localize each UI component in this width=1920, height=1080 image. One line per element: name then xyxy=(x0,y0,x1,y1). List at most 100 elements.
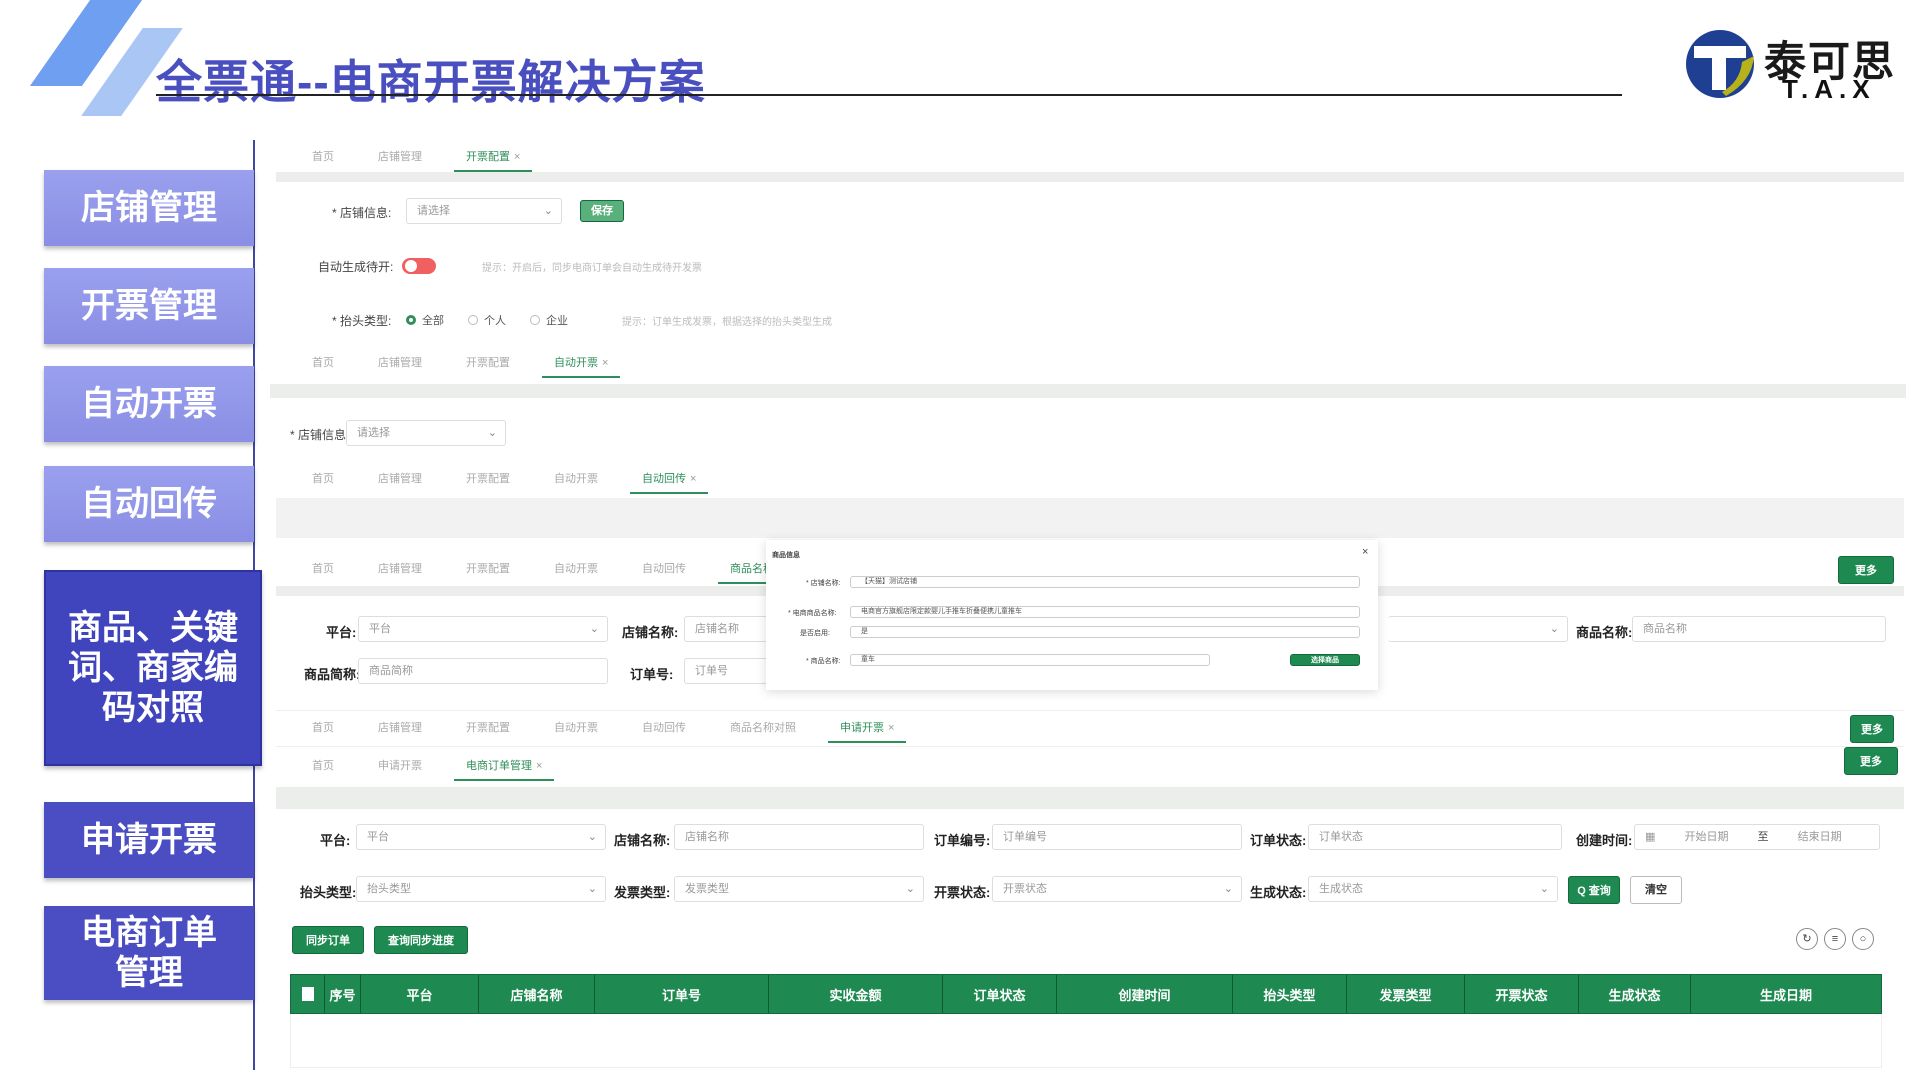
order-no-input[interactable]: 订单编号 xyxy=(992,824,1242,850)
platform-select[interactable]: 平台 ⌄ xyxy=(358,616,608,642)
store-name-label: 店铺名称: xyxy=(622,625,679,640)
store-name-input[interactable]: 店铺名称 xyxy=(674,824,924,850)
tab-shop[interactable]: 店铺管理 xyxy=(356,464,444,494)
dialog-goods-input[interactable]: 童车 xyxy=(850,654,1210,666)
radio-personal[interactable]: 个人 xyxy=(468,312,506,328)
tab-shop[interactable]: 店铺管理 xyxy=(356,348,444,378)
menu-item-auto-invoice[interactable]: 自动开票 xyxy=(44,366,254,442)
screenshot-stack: 首页 店铺管理 开票配置 × * 店铺信息: 请选择 ⌄ 保存 自动生成待开: 提示… xyxy=(270,138,1906,1068)
order-status-label: 订单状态: xyxy=(1250,833,1307,848)
page-title: 全票通--电商开票解决方案 xyxy=(156,56,706,108)
gen-status-select[interactable]: 生成状态 ⌄ xyxy=(1308,876,1558,902)
calendar-icon: ▦ xyxy=(1645,831,1656,843)
platform-label: 平台: xyxy=(326,625,357,640)
date-range-input[interactable]: ▦ 开始日期 至 结束日期 xyxy=(1634,824,1880,850)
chevron-down-icon: ⌄ xyxy=(905,883,915,895)
goods-name-input[interactable]: 商品名称 xyxy=(1632,616,1886,642)
search-button[interactable]: Q 查询 xyxy=(1568,876,1620,904)
tab-shop[interactable]: 店铺管理 xyxy=(356,713,444,743)
tab-mapping[interactable]: 商品名称对照 xyxy=(708,713,818,743)
more-button[interactable]: 更多 xyxy=(1844,747,1898,775)
menu-item-orders[interactable]: 电商订单管理 xyxy=(44,906,254,1000)
dialog-ecom-name-input[interactable]: 电商官方旗舰店限定款婴儿手推车折叠便携儿童推车 xyxy=(850,606,1360,618)
columns-icon[interactable]: ≡ xyxy=(1824,928,1846,950)
dialog-store-select[interactable]: 【天猫】测试店铺 xyxy=(850,576,1360,588)
tab-bar: 首页 店铺管理 开票配置 自动开票 × xyxy=(290,348,630,378)
tab-auto-return[interactable]: 自动回传 × xyxy=(620,464,718,494)
tab-home[interactable]: 首页 xyxy=(290,713,356,743)
sync-progress-button[interactable]: 查询同步进度 xyxy=(374,926,468,954)
menu-item-auto-return[interactable]: 自动回传 xyxy=(44,466,254,542)
tab-home[interactable]: 首页 xyxy=(290,751,356,781)
col-title-type: 抬头类型 xyxy=(1233,975,1347,1013)
panel-shop-config: 首页 店铺管理 开票配置 × * 店铺信息: 请选择 ⌄ 保存 自动生成待开: 提示… xyxy=(276,138,1904,384)
tab-apply[interactable]: 申请开票 xyxy=(356,751,444,781)
refresh-icon[interactable]: ↻ xyxy=(1796,928,1818,950)
platform-select[interactable]: 平台 ⌄ xyxy=(356,824,606,850)
more-button[interactable]: 更多 xyxy=(1850,715,1894,743)
order-status-select[interactable]: 订单状态 xyxy=(1308,824,1562,850)
tab-auto-invoice[interactable]: 自动开票 xyxy=(532,554,620,584)
chevron-down-icon: ⌄ xyxy=(1223,883,1233,895)
tab-home[interactable]: 首页 xyxy=(290,142,356,172)
tab-auto-invoice[interactable]: 自动开票 xyxy=(532,713,620,743)
goods-short-input[interactable]: 商品简称 xyxy=(358,658,608,684)
close-icon[interactable]: × xyxy=(1362,546,1368,558)
tab-auto-return[interactable]: 自动回传 xyxy=(620,713,708,743)
tab-config[interactable]: 开票配置 xyxy=(444,348,532,378)
store-select[interactable]: 请选择 ⌄ xyxy=(406,198,562,224)
save-button[interactable]: 保存 xyxy=(580,200,624,222)
select-goods-button[interactable]: 选择商品 xyxy=(1290,654,1360,666)
tab-config[interactable]: 开票配置 xyxy=(444,713,532,743)
col-invoice-type: 发票类型 xyxy=(1347,975,1465,1013)
store-select[interactable]: 请选择 ⌄ xyxy=(346,420,506,446)
auto-generate-toggle[interactable] xyxy=(402,258,436,274)
more-button[interactable]: 更多 xyxy=(1838,556,1894,584)
col-index: 序号 xyxy=(325,975,361,1013)
order-input[interactable]: 订单号 xyxy=(684,658,774,684)
hidden-select[interactable]: ⌄ xyxy=(1388,616,1568,642)
tab-bar: 首页 店铺管理 开票配置 × xyxy=(290,142,542,172)
store-name-input[interactable]: 店铺名称 xyxy=(684,616,774,642)
dialog-goods-label: * 商品名称: xyxy=(806,658,841,665)
menu-item-shop[interactable]: 店铺管理 xyxy=(44,170,254,246)
menu-item-apply[interactable]: 申请开票 xyxy=(44,802,254,878)
invoice-status-label: 开票状态: xyxy=(934,885,991,900)
goods-short-label: 商品简称: xyxy=(304,667,361,682)
tab-home[interactable]: 首页 xyxy=(290,348,356,378)
tab-auto-return[interactable]: 自动回传 xyxy=(620,554,708,584)
divider xyxy=(276,172,1904,182)
orders-table-body xyxy=(290,1014,1882,1068)
radio-enterprise[interactable]: 企业 xyxy=(530,312,568,328)
title-type-label: * 抬头类型: xyxy=(332,314,392,328)
menu-item-invoice[interactable]: 开票管理 xyxy=(44,268,254,344)
radio-all[interactable]: 全部 xyxy=(406,312,444,328)
tab-orders[interactable]: 电商订单管理 × xyxy=(444,751,564,781)
tab-bar: 首页 店铺管理 开票配置 自动开票 自动回传 商品名称对照× xyxy=(290,554,828,584)
tab-config[interactable]: 开票配置 × xyxy=(444,142,542,172)
tab-shop[interactable]: 店铺管理 xyxy=(356,142,444,172)
tab-home[interactable]: 首页 xyxy=(290,464,356,494)
invoice-status-select[interactable]: 开票状态 ⌄ xyxy=(992,876,1242,902)
tab-apply[interactable]: 申请开票 × xyxy=(818,713,916,743)
tab-shop[interactable]: 店铺管理 xyxy=(356,554,444,584)
invoice-type-select[interactable]: 发票类型 ⌄ xyxy=(674,876,924,902)
tab-home[interactable]: 首页 xyxy=(290,554,356,584)
tab-auto-invoice[interactable]: 自动开票 × xyxy=(532,348,630,378)
tab-config[interactable]: 开票配置 xyxy=(444,464,532,494)
tab-config[interactable]: 开票配置 xyxy=(444,554,532,584)
select-all-checkbox[interactable] xyxy=(291,975,325,1013)
chevron-down-icon: ⌄ xyxy=(587,883,597,895)
title-type-label: 抬头类型: xyxy=(300,885,357,900)
title-type-select[interactable]: 抬头类型 ⌄ xyxy=(356,876,606,902)
search-icon[interactable]: ○ xyxy=(1852,928,1874,950)
auto-hint: 提示：开启后，同步电商订单会自动生成待开发票 xyxy=(482,263,702,274)
invoice-type-label: 发票类型: xyxy=(614,885,671,900)
chevron-down-icon: ⌄ xyxy=(1539,883,1549,895)
sync-orders-button[interactable]: 同步订单 xyxy=(292,926,364,954)
tab-auto-invoice[interactable]: 自动开票 xyxy=(532,464,620,494)
menu-item-mapping[interactable]: 商品、关键词、商家编码对照 xyxy=(44,570,262,766)
created-time-label: 创建时间: xyxy=(1576,833,1633,848)
reset-button[interactable]: 清空 xyxy=(1630,876,1682,904)
dialog-enable-select[interactable]: 是 xyxy=(850,626,1360,638)
